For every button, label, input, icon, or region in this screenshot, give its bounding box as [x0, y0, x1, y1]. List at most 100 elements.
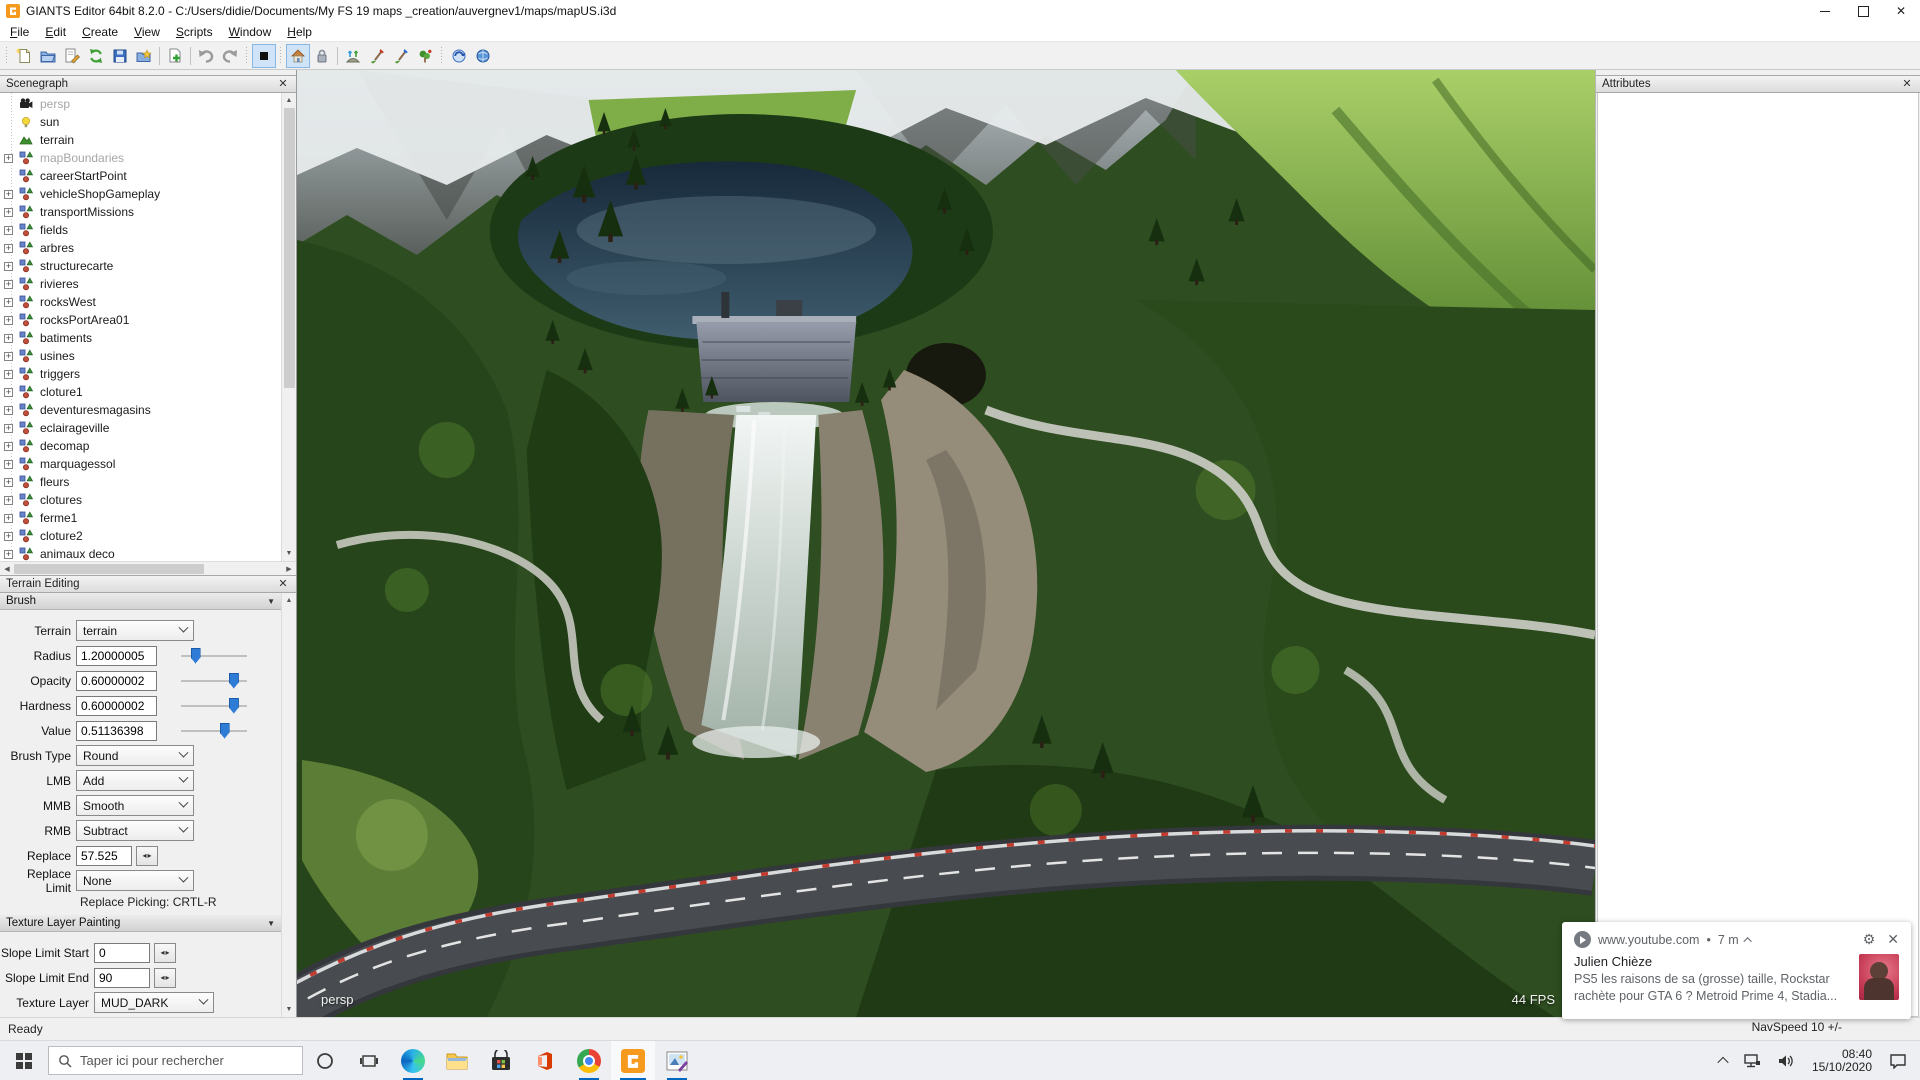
scroll-up-icon[interactable]: ▲	[282, 593, 297, 608]
tree-item-decomap[interactable]: decomap	[0, 437, 281, 455]
office-button[interactable]	[523, 1041, 567, 1080]
expander-icon[interactable]	[4, 442, 13, 451]
viewport-3d[interactable]: persp 44 FPS	[297, 70, 1595, 1017]
opacity-slider[interactable]	[181, 671, 247, 691]
edit-script-button[interactable]	[60, 44, 84, 68]
expander-icon[interactable]	[4, 550, 13, 559]
environment-button[interactable]	[471, 44, 495, 68]
terrain-select[interactable]: terrain	[76, 620, 194, 641]
scrollbar-thumb[interactable]	[284, 108, 295, 388]
tree-item-fields[interactable]: fields	[0, 221, 281, 239]
menu-edit[interactable]: Edit	[37, 23, 74, 41]
save-button[interactable]	[108, 44, 132, 68]
expander-icon[interactable]	[4, 226, 13, 235]
expander-icon[interactable]	[4, 424, 13, 433]
redo-button[interactable]	[218, 44, 242, 68]
slider-thumb[interactable]	[229, 698, 239, 714]
expander-icon[interactable]	[4, 370, 13, 379]
expander-icon[interactable]	[4, 262, 13, 271]
brush-section-header[interactable]: Brush ▼	[0, 593, 281, 610]
scroll-right-icon[interactable]: ▶	[282, 562, 296, 576]
tree-item-fleurs[interactable]: fleurs	[0, 473, 281, 491]
lmb-select[interactable]: Add	[76, 770, 194, 791]
tree-item-transportmissions[interactable]: transportMissions	[0, 203, 281, 221]
scenegraph-close-icon[interactable]: ✕	[276, 77, 290, 91]
slider-thumb[interactable]	[191, 648, 201, 664]
collapse-arrow-icon[interactable]: ▼	[267, 597, 275, 606]
menu-window[interactable]: Window	[221, 23, 280, 41]
expander-icon[interactable]	[4, 316, 13, 325]
notification-close-icon[interactable]: ✕	[1887, 931, 1899, 948]
tree-item-sun[interactable]: sun	[0, 113, 281, 131]
undo-button[interactable]	[194, 44, 218, 68]
menu-create[interactable]: Create	[74, 23, 126, 41]
replace-input[interactable]	[76, 846, 132, 866]
tree-item-eclairageville[interactable]: eclairageville	[0, 419, 281, 437]
expander-icon[interactable]	[4, 298, 13, 307]
render-mode-button[interactable]	[447, 44, 471, 68]
menu-view[interactable]: View	[126, 23, 168, 41]
tray-expand-button[interactable]	[1712, 1041, 1734, 1080]
expander-icon[interactable]	[4, 478, 13, 487]
tree-item-clotures[interactable]: clotures	[0, 491, 281, 509]
tree-item-persp[interactable]: persp	[0, 95, 281, 113]
scenegraph-vertical-scrollbar[interactable]: ▲ ▼	[281, 93, 296, 561]
maximize-button[interactable]	[1844, 0, 1882, 22]
scrollbar-thumb[interactable]	[14, 564, 204, 574]
replace-limit-select[interactable]: None	[76, 870, 194, 891]
new-file-button[interactable]	[12, 44, 36, 68]
scenegraph-horizontal-scrollbar[interactable]: ◀ ▶	[0, 561, 296, 575]
tree-item-structurecarte[interactable]: structurecarte	[0, 257, 281, 275]
tree-item-triggers[interactable]: triggers	[0, 365, 281, 383]
texture-layer-section-header[interactable]: Texture Layer Painting ▼	[0, 915, 281, 932]
tree-item-marquagessol[interactable]: marquagessol	[0, 455, 281, 473]
reload-button[interactable]	[84, 44, 108, 68]
tree-item-rocksportarea01[interactable]: rocksPortArea01	[0, 311, 281, 329]
volume-button[interactable]	[1770, 1041, 1802, 1080]
menu-file[interactable]: File	[2, 23, 37, 41]
lock-button[interactable]	[310, 44, 334, 68]
taskbar-clock[interactable]: 08:40 15/10/2020	[1804, 1048, 1880, 1074]
file-explorer-button[interactable]	[435, 1041, 479, 1080]
tree-item-rivieres[interactable]: rivieres	[0, 275, 281, 293]
expander-icon[interactable]	[4, 514, 13, 523]
value-slider[interactable]	[181, 721, 247, 741]
terrain-paint-button[interactable]	[365, 44, 389, 68]
open-file-button[interactable]	[36, 44, 60, 68]
edge-button[interactable]	[391, 1041, 435, 1080]
tree-item-mapboundaries[interactable]: mapBoundaries	[0, 149, 281, 167]
expander-icon[interactable]	[4, 496, 13, 505]
radius-slider[interactable]	[181, 646, 247, 666]
notification-body[interactable]: PS5 les raisons de sa (grosse) taille, R…	[1574, 971, 1842, 1004]
opacity-input[interactable]	[76, 671, 157, 691]
expander-icon[interactable]	[4, 460, 13, 469]
hardness-slider[interactable]	[181, 696, 247, 716]
menu-help[interactable]: Help	[279, 23, 320, 41]
terrain-editing-close-icon[interactable]: ✕	[276, 577, 290, 591]
expander-icon[interactable]	[4, 208, 13, 217]
scroll-left-icon[interactable]: ◀	[0, 562, 14, 576]
radius-input[interactable]	[76, 646, 157, 666]
expander-icon[interactable]	[4, 352, 13, 361]
start-button[interactable]	[0, 1041, 48, 1080]
tree-item-animaux-deco[interactable]: animaux deco	[0, 545, 281, 561]
image-editor-button[interactable]	[655, 1041, 699, 1080]
expander-icon[interactable]	[4, 190, 13, 199]
rmb-select[interactable]: Subtract	[76, 820, 194, 841]
tree-item-usines[interactable]: usines	[0, 347, 281, 365]
expander-icon[interactable]	[4, 244, 13, 253]
add-favorite-button[interactable]	[132, 44, 156, 68]
tree-item-cloture2[interactable]: cloture2	[0, 527, 281, 545]
slope-limit-start-input[interactable]	[94, 943, 150, 963]
close-button[interactable]: ✕	[1882, 0, 1920, 22]
tree-brush-button[interactable]	[413, 44, 437, 68]
attributes-close-icon[interactable]: ✕	[1900, 77, 1914, 91]
slope-limit-end-input[interactable]	[94, 968, 150, 988]
tree-item-rockswest[interactable]: rocksWest	[0, 293, 281, 311]
scroll-down-icon[interactable]: ▼	[282, 546, 297, 561]
chrome-button[interactable]	[567, 1041, 611, 1080]
tree-item-cloture1[interactable]: cloture1	[0, 383, 281, 401]
task-view-button[interactable]	[347, 1041, 391, 1080]
foliage-paint-button[interactable]	[389, 44, 413, 68]
expander-icon[interactable]	[4, 532, 13, 541]
